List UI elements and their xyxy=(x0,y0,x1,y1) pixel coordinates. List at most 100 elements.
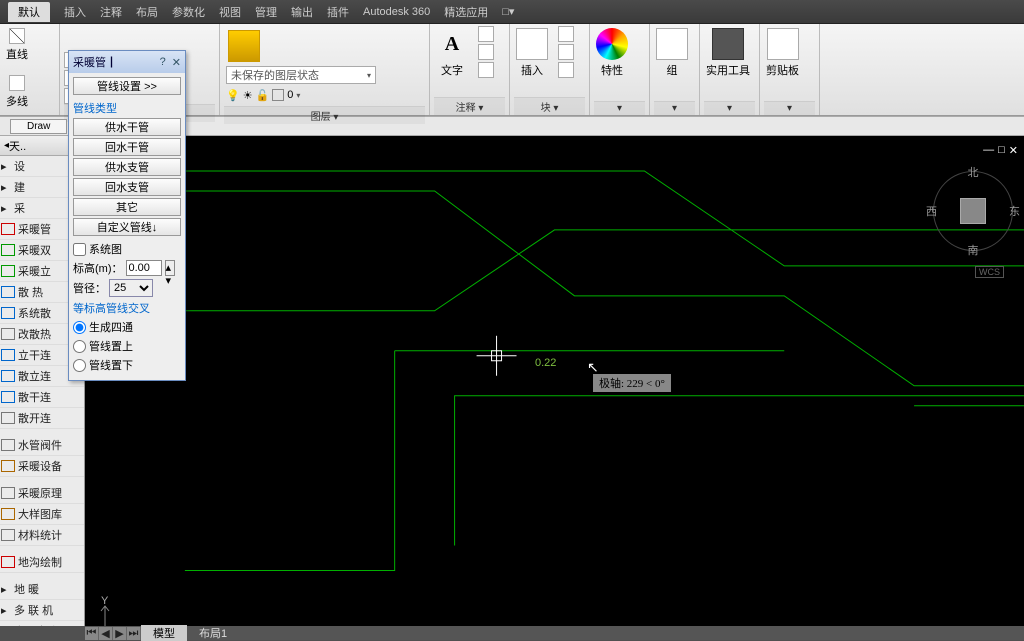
viewcube-east[interactable]: 东 xyxy=(1009,203,1020,219)
panel-titlebar[interactable]: 采暖管┃ ? ✕ xyxy=(69,51,185,73)
edit-block-icon[interactable] xyxy=(558,44,574,60)
system-diagram-checkbox[interactable] xyxy=(73,243,86,256)
properties-button[interactable]: 特性 xyxy=(594,26,630,80)
maximize-viewport-icon[interactable]: □ xyxy=(998,144,1005,157)
group-button[interactable]: 组 xyxy=(654,26,690,80)
layout1-tab[interactable]: 布局1 xyxy=(187,625,239,641)
view-cube[interactable]: 北 南 西 东 xyxy=(928,166,1018,256)
help-icon[interactable]: ? xyxy=(160,56,166,69)
cross-under-radio[interactable] xyxy=(73,359,86,372)
layer-name: 0 xyxy=(287,89,293,101)
layout-nav: ⏮ ◀ ▶ ⏭ xyxy=(85,627,141,640)
layout-tabs: ⏮ ◀ ▶ ⏭ 模型 布局1 xyxy=(85,626,1024,640)
pipe-type-label: 管线类型 xyxy=(73,100,181,116)
menu-tab-view[interactable]: 视图 xyxy=(219,4,241,20)
cross-over-radio[interactable] xyxy=(73,340,86,353)
model-tab[interactable]: 模型 xyxy=(141,625,187,641)
sun-icon: ☀ xyxy=(243,89,253,102)
block-group-title[interactable]: 块 ▾ xyxy=(514,97,585,115)
layer-state-combo[interactable]: 未保存的图层状态▾ xyxy=(226,66,376,84)
nav-next-icon[interactable]: ▶ xyxy=(113,627,127,640)
layer-current-combo[interactable]: 💡 ☀ 🔓 0 ▾ xyxy=(226,86,300,104)
line-button[interactable]: 直线 xyxy=(4,26,30,64)
utilities-button[interactable]: 实用工具 xyxy=(704,26,752,80)
palette-item[interactable]: 水管阀件 xyxy=(0,435,84,456)
polyline-button[interactable]: 多线 xyxy=(4,73,30,111)
nav-first-icon[interactable]: ⏮ xyxy=(85,627,99,640)
palette-item[interactable]: 材料统计 xyxy=(0,525,84,546)
supply-branch-button[interactable]: 供水支管 xyxy=(73,158,181,176)
color-wheel-icon xyxy=(596,28,628,60)
return-main-button[interactable]: 回水干管 xyxy=(73,138,181,156)
drawing-canvas[interactable]: — □ ✕ 北 南 西 东 WCS 0.22 ↖ 极轴: 229 < 0° X … xyxy=(85,136,1024,626)
menu-tab-default[interactable]: 默认 xyxy=(8,2,50,22)
close-panel-icon[interactable]: ✕ xyxy=(172,56,181,69)
polyline-icon xyxy=(9,75,25,91)
menu-tab-output[interactable]: 输出 xyxy=(291,4,313,20)
other-pipe-button[interactable]: 其它 xyxy=(73,198,181,216)
custom-pipe-button[interactable]: 自定义管线↓ xyxy=(73,218,181,236)
dim-icon[interactable] xyxy=(478,26,494,42)
wcs-label[interactable]: WCS xyxy=(975,266,1004,278)
supply-main-button[interactable]: 供水干管 xyxy=(73,118,181,136)
menu-tab-parametric[interactable]: 参数化 xyxy=(172,4,205,20)
diameter-select[interactable]: 25 xyxy=(109,279,153,297)
viewport-controls: — □ ✕ xyxy=(983,144,1018,157)
return-branch-button[interactable]: 回水支管 xyxy=(73,178,181,196)
draw-tab[interactable]: Draw xyxy=(10,119,67,134)
polar-tooltip: 极轴: 229 < 0° xyxy=(593,374,671,392)
nav-last-icon[interactable]: ⏭ xyxy=(127,627,141,640)
menu-tab-plugins[interactable]: 插件 xyxy=(327,4,349,20)
create-block-icon[interactable] xyxy=(558,26,574,42)
elevation-label: 标高(m)： xyxy=(73,260,123,276)
annot-group-title[interactable]: 注释 ▾ xyxy=(434,97,505,115)
layer-group-title[interactable]: 图层 ▾ xyxy=(224,106,425,124)
clipboard-icon xyxy=(767,28,799,60)
palette-item[interactable]: 散开连 xyxy=(0,408,84,429)
menu-tab-featured[interactable]: 精选应用 xyxy=(444,4,488,20)
menu-bar: 默认 插入 注释 布局 参数化 视图 管理 输出 插件 Autodesk 360… xyxy=(0,0,1024,24)
viewcube-north[interactable]: 北 xyxy=(968,164,979,180)
elevation-spinner[interactable]: ▴▾ xyxy=(165,260,175,276)
calculator-icon xyxy=(712,28,744,60)
svg-text:Y: Y xyxy=(101,596,109,607)
menu-tab-manage[interactable]: 管理 xyxy=(255,4,277,20)
cross-4way-radio[interactable] xyxy=(73,321,86,334)
palette-item[interactable]: 采暖原理 xyxy=(0,483,84,504)
menu-tab-layout[interactable]: 布局 xyxy=(136,4,158,20)
polyline-label: 多线 xyxy=(6,93,28,109)
line-label: 直线 xyxy=(6,46,28,62)
menu-extra-icon[interactable]: □▾ xyxy=(502,5,514,18)
minimize-viewport-icon[interactable]: — xyxy=(983,144,994,157)
viewcube-west[interactable]: 西 xyxy=(926,203,937,219)
viewcube-south[interactable]: 南 xyxy=(968,242,979,258)
drawing-svg xyxy=(85,136,1024,625)
close-viewport-icon[interactable]: ✕ xyxy=(1009,144,1018,157)
layers-icon[interactable] xyxy=(228,30,260,62)
heating-pipe-panel: 采暖管┃ ? ✕ 管线设置 >> 管线类型 供水干管 回水干管 供水支管 回水支… xyxy=(68,50,186,381)
table-icon[interactable] xyxy=(478,62,494,78)
dynamic-dim-text: 0.22 xyxy=(535,356,556,370)
bulb-icon: 💡 xyxy=(226,89,240,102)
menu-tab-annotate[interactable]: 注释 xyxy=(100,4,122,20)
leader-icon[interactable] xyxy=(478,44,494,60)
clipboard-button[interactable]: 剪贴板 xyxy=(764,26,801,80)
pipe-settings-button[interactable]: 管线设置 >> xyxy=(73,77,181,95)
nav-prev-icon[interactable]: ◀ xyxy=(99,627,113,640)
palette-item[interactable]: 大样图库 xyxy=(0,504,84,525)
layer-color-swatch xyxy=(272,89,284,101)
palette-item[interactable]: ▸多 联 机 xyxy=(0,600,84,621)
palette-item[interactable]: 散干连 xyxy=(0,387,84,408)
palette-item[interactable]: 地沟绘制 xyxy=(0,552,84,573)
insert-button[interactable]: 插入 xyxy=(514,26,550,80)
palette-item[interactable]: ▸地 暖 xyxy=(0,579,84,600)
diameter-label: 管径： xyxy=(73,280,106,296)
palette-item[interactable]: ▸空调水路 xyxy=(0,621,84,626)
attrib-icon[interactable] xyxy=(558,62,574,78)
menu-tab-insert[interactable]: 插入 xyxy=(64,4,86,20)
palette-item[interactable]: 采暖设备 xyxy=(0,456,84,477)
elevation-input[interactable] xyxy=(126,260,162,276)
text-button[interactable]: A 文字 xyxy=(434,26,470,80)
menu-tab-autodesk360[interactable]: Autodesk 360 xyxy=(363,6,430,18)
group-icon xyxy=(656,28,688,60)
